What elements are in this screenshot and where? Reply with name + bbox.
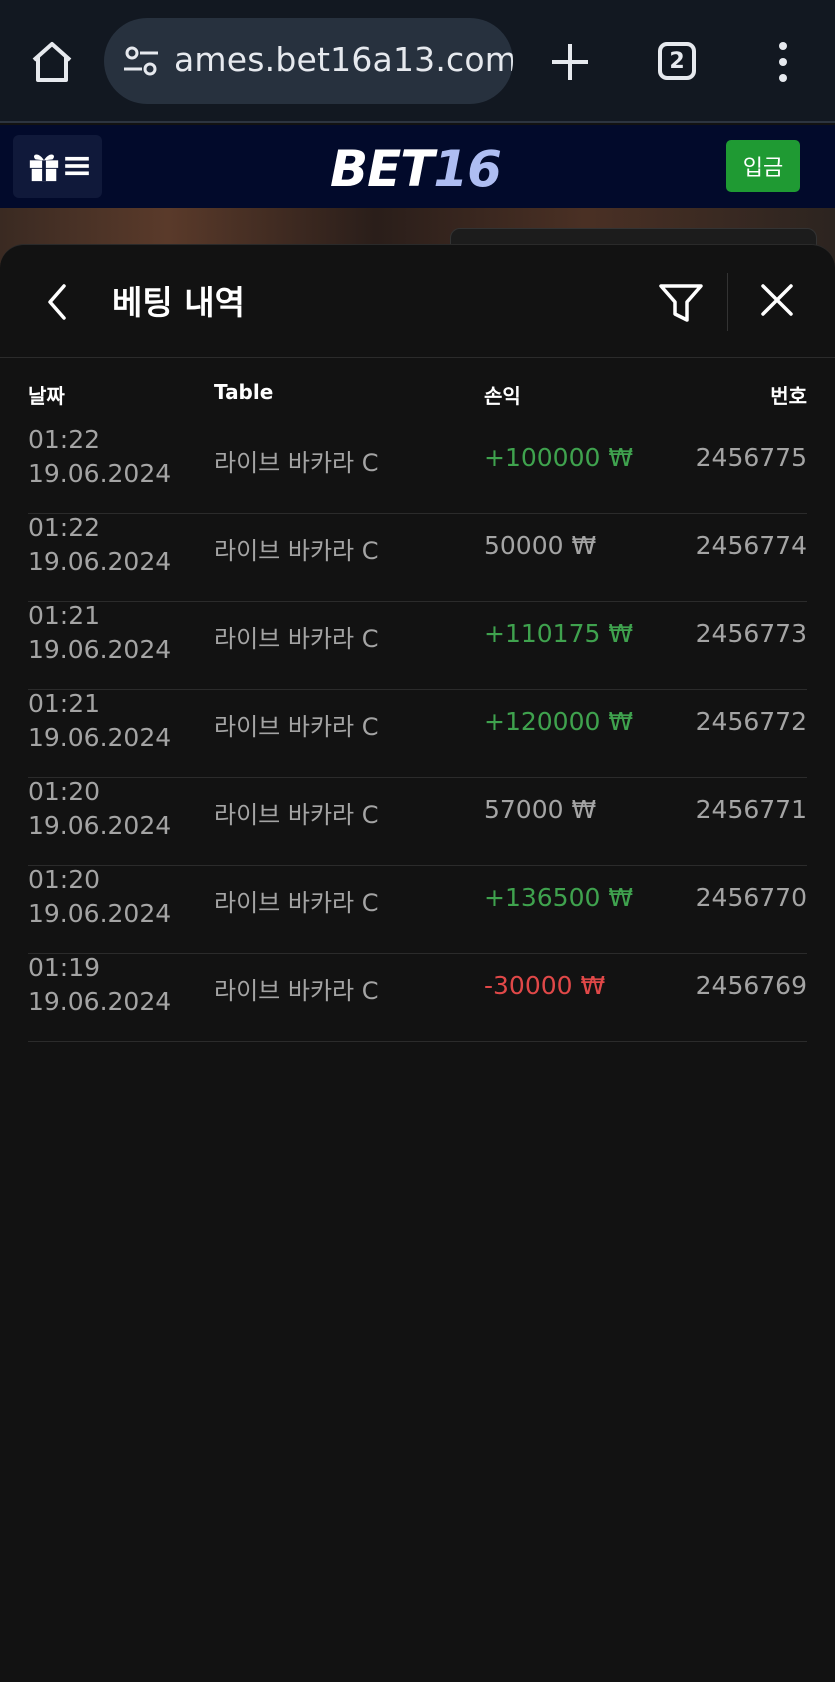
address-bar[interactable]: ames.bet16a13.com bbox=[104, 18, 513, 104]
add-tab-icon[interactable] bbox=[548, 40, 592, 84]
close-icon[interactable] bbox=[760, 283, 794, 317]
row-date: 19.06.2024 bbox=[28, 547, 172, 576]
browser-toolbar: ames.bet16a13.com 2 bbox=[0, 0, 835, 123]
row-number: 2456769 bbox=[695, 971, 807, 1000]
panel-header: 베팅 내역 bbox=[0, 245, 835, 358]
panel-title: 베팅 내역 bbox=[112, 283, 245, 322]
gift-icon bbox=[29, 154, 59, 182]
deposit-button[interactable]: 입금 bbox=[726, 140, 800, 192]
row-time: 01:20 bbox=[28, 777, 101, 806]
row-table: 라이브 바카라 C bbox=[214, 889, 379, 917]
row-number: 2456772 bbox=[695, 707, 807, 736]
row-table: 라이브 바카라 C bbox=[214, 977, 379, 1005]
row-date: 19.06.2024 bbox=[28, 899, 172, 928]
row-time: 01:22 bbox=[28, 425, 101, 454]
row-number: 2456770 bbox=[695, 883, 807, 912]
brand-logo[interactable]: BET16 bbox=[330, 140, 502, 198]
header-divider bbox=[727, 273, 728, 331]
row-profit: +100000 ₩ bbox=[484, 443, 634, 472]
row-time: 01:22 bbox=[28, 513, 101, 542]
row-table: 라이브 바카라 C bbox=[214, 537, 379, 565]
url-text[interactable]: ames.bet16a13.com bbox=[174, 40, 513, 79]
row-table: 라이브 바카라 C bbox=[214, 625, 379, 653]
betting-history-panel: 베팅 내역 날짜 Table 손익 번호 01:22 19.06.2024 라이… bbox=[0, 244, 835, 1682]
row-profit: +110175 ₩ bbox=[484, 619, 634, 648]
site-settings-icon[interactable] bbox=[122, 45, 160, 77]
row-date: 19.06.2024 bbox=[28, 635, 172, 664]
row-table: 라이브 바카라 C bbox=[214, 713, 379, 741]
logo-word: BET bbox=[330, 140, 434, 198]
column-header-date: 날짜 bbox=[28, 384, 65, 408]
row-profit: +120000 ₩ bbox=[484, 707, 634, 736]
row-profit: 57000 ₩ bbox=[484, 795, 597, 824]
gift-menu-button[interactable] bbox=[13, 135, 102, 198]
row-profit: -30000 ₩ bbox=[484, 971, 606, 1000]
column-header-profit: 손익 bbox=[484, 384, 521, 408]
hamburger-icon bbox=[65, 156, 89, 176]
row-date: 19.06.2024 bbox=[28, 987, 172, 1016]
row-number: 2456774 bbox=[695, 531, 807, 560]
row-profit: 50000 ₩ bbox=[484, 531, 597, 560]
table-row[interactable]: 01:21 19.06.2024 라이브 바카라 C +120000 ₩ 245… bbox=[28, 689, 807, 778]
filter-icon[interactable] bbox=[658, 282, 704, 324]
row-number: 2456775 bbox=[695, 443, 807, 472]
home-icon[interactable] bbox=[28, 38, 76, 86]
row-time: 01:19 bbox=[28, 953, 101, 982]
row-date: 19.06.2024 bbox=[28, 811, 172, 840]
row-time: 01:20 bbox=[28, 865, 101, 894]
back-arrow-icon[interactable] bbox=[42, 282, 72, 322]
row-date: 19.06.2024 bbox=[28, 459, 172, 488]
row-date: 19.06.2024 bbox=[28, 723, 172, 752]
table-row[interactable]: 01:20 19.06.2024 라이브 바카라 C +136500 ₩ 245… bbox=[28, 865, 807, 954]
column-header-table: Table bbox=[214, 380, 274, 404]
table-row[interactable]: 01:21 19.06.2024 라이브 바카라 C +110175 ₩ 245… bbox=[28, 601, 807, 690]
column-header-number: 번호 bbox=[770, 384, 807, 408]
more-menu-icon[interactable] bbox=[774, 40, 792, 84]
row-table: 라이브 바카라 C bbox=[214, 801, 379, 829]
row-number: 2456773 bbox=[695, 619, 807, 648]
row-time: 01:21 bbox=[28, 601, 101, 630]
table-row[interactable]: 01:20 19.06.2024 라이브 바카라 C 57000 ₩ 24567… bbox=[28, 777, 807, 866]
row-time: 01:21 bbox=[28, 689, 101, 718]
table-row[interactable]: 01:19 19.06.2024 라이브 바카라 C -30000 ₩ 2456… bbox=[28, 953, 807, 1042]
table-row[interactable]: 01:22 19.06.2024 라이브 바카라 C 50000 ₩ 24567… bbox=[28, 513, 807, 602]
table-row[interactable]: 01:22 19.06.2024 라이브 바카라 C +100000 ₩ 245… bbox=[28, 425, 807, 514]
logo-number: 16 bbox=[433, 140, 502, 198]
site-header: BET16 입금 bbox=[0, 125, 835, 208]
row-table: 라이브 바카라 C bbox=[214, 449, 379, 477]
row-profit: +136500 ₩ bbox=[484, 883, 634, 912]
row-number: 2456771 bbox=[695, 795, 807, 824]
tab-switcher-icon[interactable]: 2 bbox=[658, 42, 696, 80]
